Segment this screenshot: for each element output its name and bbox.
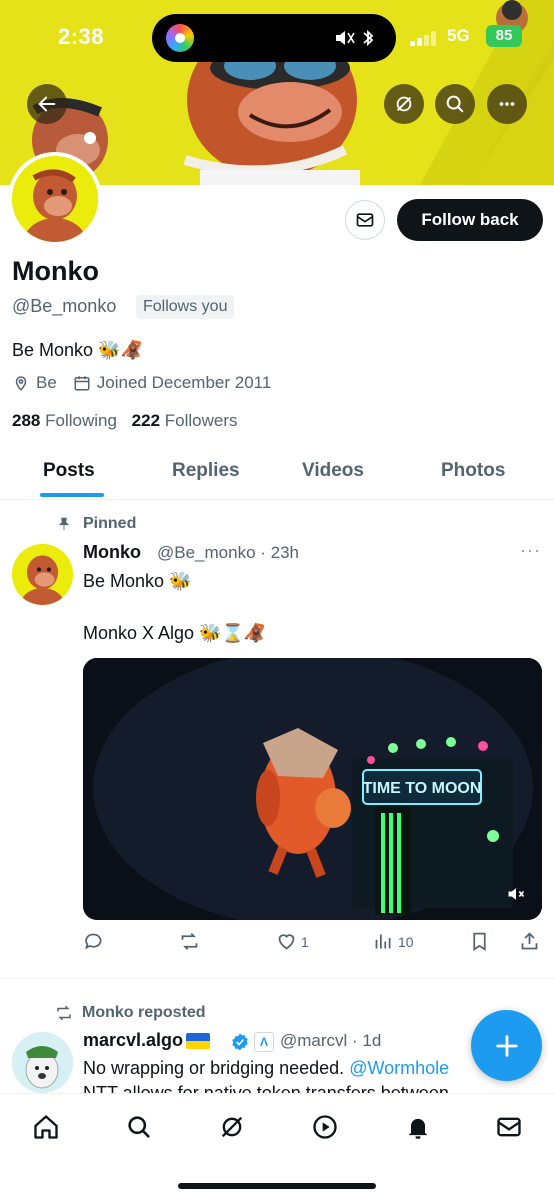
repost-label: Monko reposted	[55, 1004, 206, 1022]
nav-home[interactable]	[31, 1112, 61, 1142]
signal-icon	[410, 30, 438, 46]
home-indicator	[178, 1183, 376, 1189]
repost-author-meta: @marcvl · 1d	[280, 1031, 382, 1050]
tab-photos[interactable]: Photos	[441, 460, 505, 482]
play-circle-icon	[313, 1115, 337, 1139]
like-button[interactable]: 1	[276, 931, 309, 952]
follow-stats: 288 Following 222 Followers	[12, 411, 238, 431]
post-author-meta: @Be_monko · 23h	[157, 543, 300, 562]
bookmark-icon	[473, 932, 486, 952]
bookmark-button[interactable]	[469, 931, 490, 952]
post-more-button[interactable]: ···	[520, 540, 541, 561]
mention-link[interactable]: @Wormhole	[349, 1058, 449, 1078]
pinned-label: Pinned	[57, 515, 136, 533]
bell-icon	[408, 1118, 428, 1139]
verified-badge-icon	[232, 1033, 248, 1051]
plus-icon	[495, 1034, 518, 1057]
mail-icon	[356, 213, 374, 227]
views-button[interactable]: 10	[373, 931, 414, 952]
repost-icon	[57, 1005, 71, 1021]
battery-indicator: 85	[486, 25, 522, 47]
tab-replies[interactable]: Replies	[172, 460, 240, 482]
active-tab-indicator	[40, 493, 104, 497]
search-icon	[128, 1116, 150, 1138]
affiliate-badge[interactable]: Λ	[254, 1032, 274, 1052]
post-author-avatar[interactable]	[12, 544, 73, 605]
follows-you-badge: Follows you	[136, 295, 235, 319]
status-bar: 2:38 5G 85	[0, 0, 554, 78]
view-count: 10	[398, 933, 414, 950]
message-button[interactable]	[345, 200, 385, 240]
repost-author-name[interactable]: marcvl.algo	[83, 1030, 211, 1051]
pin-icon	[58, 517, 70, 530]
nav-grok[interactable]	[217, 1112, 247, 1142]
tab-videos[interactable]: Videos	[302, 460, 364, 482]
post-actions: 1 10	[83, 931, 542, 955]
post-video[interactable]: TIME TO MOON	[83, 658, 542, 920]
post-text-line2: Monko X Algo 🐝⌛🦧	[83, 623, 267, 643]
calendar-icon	[74, 376, 90, 391]
post-divider	[0, 978, 554, 979]
grok-icon	[221, 1116, 243, 1138]
ape-avatar-image	[12, 156, 98, 242]
post-author-name[interactable]: Monko	[83, 542, 141, 563]
profile-avatar[interactable]	[8, 152, 102, 246]
tab-posts[interactable]: Posts	[43, 460, 95, 482]
profile-location: Be	[36, 373, 57, 392]
nav-notifications[interactable]	[403, 1112, 433, 1142]
reply-button[interactable]	[83, 931, 104, 952]
repost-button[interactable]	[179, 931, 200, 952]
repost-icon	[181, 933, 198, 950]
muted-speaker-icon[interactable]	[506, 884, 526, 904]
followers-link[interactable]: 222 Followers	[132, 411, 238, 430]
profile-name: Monko	[12, 256, 99, 286]
views-chart-icon	[375, 934, 391, 949]
search-button[interactable]	[435, 84, 475, 124]
follow-back-button[interactable]: Follow back	[397, 199, 543, 241]
profile-bio: Be Monko 🐝🦧	[12, 340, 143, 360]
reply-icon	[85, 933, 102, 950]
location-icon	[15, 376, 27, 391]
grok-button[interactable]	[384, 84, 424, 124]
nav-video[interactable]	[310, 1112, 340, 1142]
profile-handle: @Be_monko	[12, 296, 117, 316]
back-button[interactable]	[27, 84, 67, 124]
ukraine-flag-icon	[186, 1032, 211, 1049]
heart-icon	[278, 934, 295, 950]
repost-text-line2: NTT allows for native token transfers be…	[83, 1083, 449, 1093]
dynamic-island	[152, 14, 396, 62]
network-label: 5G	[447, 26, 470, 45]
video-thumbnail: TIME TO MOON	[83, 658, 542, 920]
repost-author-avatar[interactable]	[12, 1032, 73, 1093]
status-time: 2:38	[58, 24, 105, 49]
mail-icon	[497, 1117, 521, 1137]
video-sign-text: TIME TO MOON	[363, 780, 482, 797]
ape-avatar-image	[12, 544, 73, 605]
home-icon	[34, 1115, 58, 1139]
now-playing-app-icon	[166, 24, 194, 52]
profile-meta: Be Joined December 2011	[12, 373, 271, 393]
grok-icon	[396, 96, 412, 112]
search-icon	[446, 95, 464, 113]
share-icon	[521, 932, 538, 950]
mute-bluetooth-icon	[334, 28, 378, 53]
post-text-line1: Be Monko 🐝	[83, 571, 192, 591]
like-count: 1	[301, 933, 309, 950]
share-button[interactable]	[519, 931, 540, 952]
more-options-button[interactable]	[487, 84, 527, 124]
more-horizontal-icon	[499, 102, 515, 106]
arrow-left-icon	[38, 96, 56, 112]
profile-joined: Joined December 2011	[96, 373, 272, 392]
nav-messages[interactable]	[494, 1112, 524, 1142]
repost-text-line1: No wrapping or bridging needed. @Wormhol…	[83, 1058, 450, 1078]
compose-post-button[interactable]	[471, 1010, 542, 1081]
dog-avatar-image	[12, 1032, 73, 1093]
nav-search[interactable]	[124, 1112, 154, 1142]
following-link[interactable]: 288 Following	[12, 411, 117, 430]
